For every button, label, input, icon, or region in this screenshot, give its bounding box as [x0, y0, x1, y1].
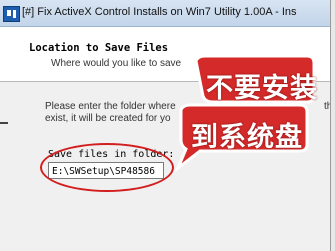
page-heading: Location to Save Files	[29, 42, 169, 54]
wizard-header: Location to Save Files Where would you l…	[0, 27, 330, 82]
window-title: [#] Fix ActiveX Control Installs on Win7…	[22, 6, 297, 18]
installer-app-icon	[3, 6, 20, 22]
installer-window: [#] Fix ActiveX Control Installs on Win7…	[0, 0, 331, 251]
pointer-mark	[0, 122, 8, 124]
title-bar[interactable]: [#] Fix ActiveX Control Installs on Win7…	[0, 0, 330, 27]
page-subheading: Where would you like to save	[51, 58, 182, 69]
instructions-line-1: Please enter the folder whereth	[45, 101, 330, 112]
instructions-line-2: exist, it will be created for yo	[45, 113, 171, 124]
highlight-ellipse	[40, 143, 174, 192]
instructions-text: Please enter the folder whereth exist, i…	[45, 101, 330, 125]
